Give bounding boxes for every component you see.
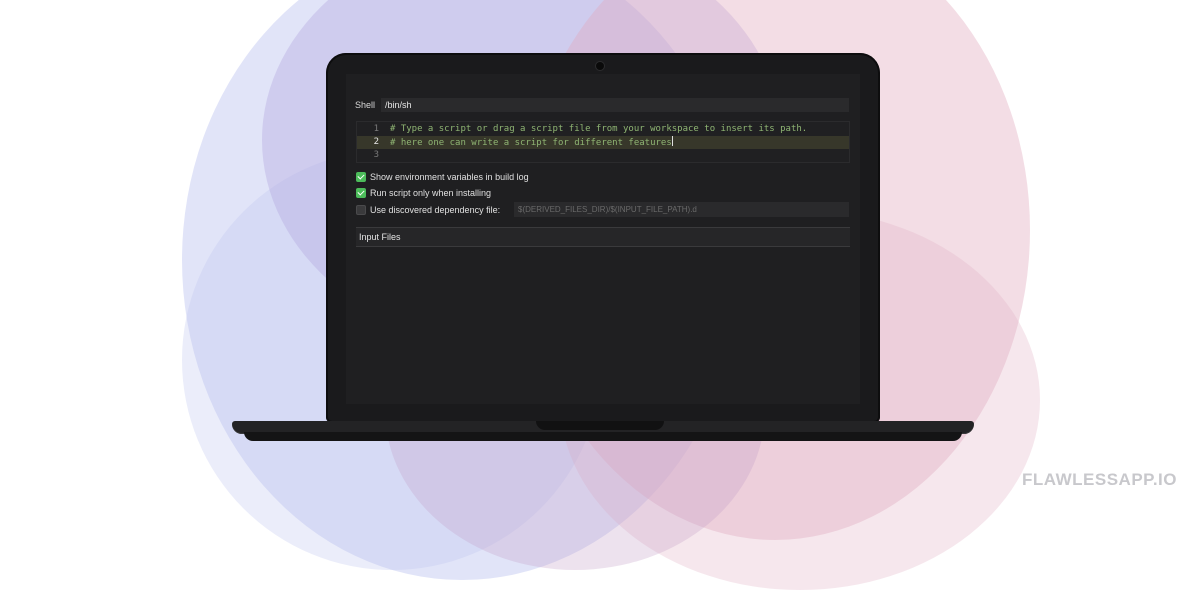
line-number: 2 <box>373 137 379 147</box>
show-env-checkbox[interactable] <box>356 172 366 182</box>
watermark-logo: FLAWLESSAPP.IO <box>1022 470 1177 489</box>
line-number: 1 <box>373 124 379 134</box>
code-text: # Type a script or drag a script file fr… <box>390 124 808 134</box>
shell-input[interactable]: /bin/sh <box>381 98 849 112</box>
discovered-dependency-label: Use discovered dependency file: <box>370 205 501 215</box>
dependency-file-input[interactable]: $(DERIVED_FILES_DIR)/$(INPUT_FILE_PATH).… <box>514 202 849 217</box>
script-editor[interactable]: 1 # Type a script or drag a script file … <box>356 121 850 163</box>
laptop-base-bottom <box>244 432 962 441</box>
line-number: 3 <box>373 150 379 160</box>
code-line-2[interactable]: 2 # here one can write a script for diff… <box>357 136 849 149</box>
code-line-3[interactable]: 3 <box>357 149 849 162</box>
shell-label: Shell <box>355 100 376 110</box>
code-text: # here one can write a script for differ… <box>390 138 672 148</box>
camera-icon <box>596 62 604 70</box>
code-text-with-caret: # here one can write a script for differ… <box>390 136 673 150</box>
run-only-installing-label: Run script only when installing <box>370 188 492 198</box>
show-env-label: Show environment variables in build log <box>370 172 529 182</box>
text-caret <box>671 136 673 146</box>
discovered-dependency-checkbox[interactable] <box>356 205 366 215</box>
laptop-notch <box>536 421 664 430</box>
run-only-installing-checkbox[interactable] <box>356 188 366 198</box>
code-line-1[interactable]: 1 # Type a script or drag a script file … <box>357 123 849 136</box>
laptop-screen: Shell /bin/sh 1 # Type a script or drag … <box>346 74 860 404</box>
input-files-header[interactable]: Input Files <box>356 227 850 247</box>
